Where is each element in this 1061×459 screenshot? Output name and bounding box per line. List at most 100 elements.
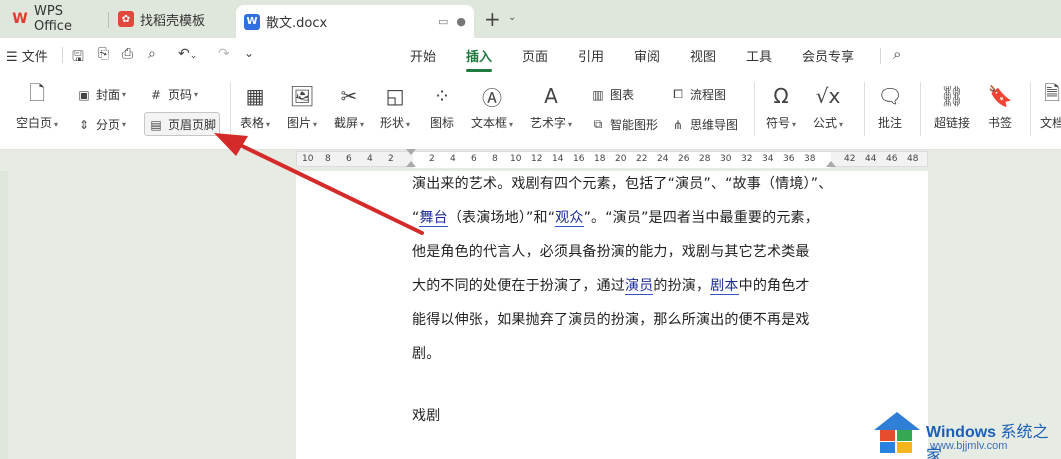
tab-template-label: 找稻壳模板 bbox=[140, 13, 206, 29]
first-line-indent-marker[interactable] bbox=[406, 149, 416, 155]
page-number-button[interactable]: # 页码 ▾ bbox=[148, 86, 198, 103]
table-button[interactable]: ▦ 表格 ▾ bbox=[240, 84, 270, 131]
vertical-ruler bbox=[0, 171, 8, 459]
ruler-number: 48 bbox=[907, 154, 919, 164]
textbox-label: 文本框 bbox=[471, 116, 508, 130]
document-page[interactable]: 演出来的艺术。戏剧有四个元素，包括了“演员”、“故事（情境）”、 “舞台（表演场… bbox=[296, 171, 928, 459]
print-icon[interactable]: ⎙ bbox=[122, 46, 133, 62]
linked-word[interactable]: 观众 bbox=[555, 210, 584, 227]
insert-ribbon: 🗋 空白页 ▾ ▣ 封面 ▾ ⇕ 分页 ▾ # 页码 ▾ ▤ 页眉页脚 ▦ 表格 ▾ 🖼 … bbox=[0, 72, 1061, 150]
chart-button[interactable]: ▥ 图表 bbox=[590, 86, 634, 103]
scissors-icon: ✂ bbox=[340, 84, 358, 108]
hyperlink-label: 超链接 bbox=[934, 116, 971, 130]
tab-member[interactable]: 会员专享 bbox=[802, 46, 854, 65]
file-menu[interactable]: ☰ 文件 bbox=[6, 46, 48, 65]
new-tab-chevron-down-icon[interactable]: ⌄ bbox=[508, 12, 516, 23]
ribbon-divider bbox=[230, 82, 231, 136]
formula-label: 公式 bbox=[813, 116, 838, 130]
ruler-number: 34 bbox=[762, 154, 774, 164]
mindmap-button[interactable]: ⋔ 思维导图 bbox=[670, 116, 738, 133]
tab-start[interactable]: 开始 bbox=[410, 46, 436, 65]
tab-template[interactable]: ✿ 找稻壳模板 bbox=[110, 4, 234, 34]
tab-references[interactable]: 引用 bbox=[578, 46, 604, 65]
picture-button[interactable]: 🖼 图片 ▾ bbox=[287, 84, 317, 131]
flowchart-button[interactable]: ⧠ 流程图 bbox=[670, 86, 726, 103]
picture-icon: 🖼 bbox=[289, 84, 315, 108]
tab-document-label: 散文.docx bbox=[266, 16, 328, 31]
ruler-number: 24 bbox=[657, 154, 669, 164]
linked-word[interactable]: 舞台 bbox=[419, 210, 448, 227]
watermark-brand: Windows 系统之家 bbox=[926, 424, 1049, 459]
tab-view[interactable]: 视图 bbox=[690, 46, 716, 65]
undo-icon[interactable]: ↶⌄ bbox=[178, 46, 197, 62]
paragraph-line: 能得以伸张，如果抛弃了演员的扮演，那么所演出的便不再是戏 bbox=[412, 312, 810, 328]
tab-tools[interactable]: 工具 bbox=[746, 46, 772, 65]
ruler-number: 20 bbox=[615, 154, 627, 164]
linked-word[interactable]: 演员 bbox=[625, 278, 654, 295]
ruler-number: 8 bbox=[325, 154, 331, 164]
bookmark-label: 书签 bbox=[988, 116, 1013, 130]
tab-page[interactable]: 页面 bbox=[522, 46, 548, 65]
page-break-button[interactable]: ⇕ 分页 ▾ bbox=[76, 116, 126, 133]
ribbon-divider bbox=[754, 82, 755, 136]
windows-house-logo-icon bbox=[874, 412, 920, 453]
page-number-label: 页码 bbox=[168, 88, 193, 102]
cover-button[interactable]: ▣ 封面 ▾ bbox=[76, 86, 126, 103]
search-icon[interactable]: ⌕ bbox=[893, 45, 901, 63]
ruler-number: 30 bbox=[720, 154, 732, 164]
redo-icon[interactable]: ↷ bbox=[218, 46, 230, 62]
ruler-number: 2 bbox=[388, 154, 394, 164]
shape-button[interactable]: ◱ 形状 ▾ bbox=[380, 84, 410, 131]
print-preview-icon[interactable]: ⌕ bbox=[148, 46, 156, 62]
tab-review[interactable]: 审阅 bbox=[634, 46, 660, 65]
customize-chevron-down-icon[interactable]: ⌄ bbox=[244, 46, 254, 60]
ruler-number: 22 bbox=[636, 154, 648, 164]
smart-graphic-icon: ⧉ bbox=[593, 117, 603, 131]
chart-label: 图表 bbox=[610, 88, 635, 102]
monitor-icon[interactable]: ▭ bbox=[438, 15, 448, 28]
bookmark-button[interactable]: 🔖 书签 bbox=[988, 84, 1013, 131]
textbox-button[interactable]: Ⓐ 文本框 ▾ bbox=[471, 84, 513, 131]
icon-label: 图标 bbox=[430, 116, 455, 130]
formula-button[interactable]: √x 公式 ▾ bbox=[813, 84, 843, 131]
docer-logo-icon: ✿ bbox=[118, 11, 134, 27]
document-parts-button[interactable]: 🗎 文档 bbox=[1040, 81, 1061, 131]
new-tab-plus-icon[interactable]: + bbox=[484, 8, 501, 30]
export-icon[interactable]: ⎘ bbox=[98, 46, 109, 62]
save-icon[interactable]: 🖫 bbox=[72, 46, 84, 70]
mindmap-icon: ⋔ bbox=[672, 117, 684, 132]
picture-label: 图片 bbox=[287, 116, 312, 130]
hyperlink-button[interactable]: ⛓ 超链接 bbox=[934, 84, 970, 131]
symbol-label: 符号 bbox=[766, 116, 791, 130]
page-break-label: 分页 bbox=[96, 118, 121, 132]
tab-insert[interactable]: 插入 bbox=[466, 46, 492, 65]
header-footer-button[interactable]: ▤ 页眉页脚 bbox=[148, 116, 216, 133]
document-parts-label: 文档 bbox=[1040, 116, 1061, 130]
icons-grid-icon: ⁘ bbox=[433, 84, 451, 108]
screenshot-button[interactable]: ✂ 截屏 ▾ bbox=[334, 84, 364, 131]
linked-word[interactable]: 剧本 bbox=[710, 278, 739, 295]
ruler-number: 42 bbox=[844, 154, 856, 164]
chart-icon: ▥ bbox=[592, 87, 604, 102]
tab-wps-office[interactable]: W WPS Office bbox=[4, 4, 108, 34]
ruler-number: 44 bbox=[865, 154, 877, 164]
ruler-number: 8 bbox=[492, 154, 498, 164]
symbol-button[interactable]: Ω 符号 ▾ bbox=[766, 84, 796, 131]
link-icon: ⛓ bbox=[939, 84, 965, 108]
menu-divider-right bbox=[880, 48, 881, 64]
smart-graphic-button[interactable]: ⧉ 智能图形 bbox=[590, 116, 658, 133]
comment-button[interactable]: 🗨 批注 bbox=[877, 84, 902, 131]
ruler-number: 10 bbox=[510, 154, 522, 164]
blank-page-button[interactable]: 🗋 空白页 ▾ bbox=[16, 81, 58, 131]
tab-document[interactable]: W 散文.docx ▭ ● bbox=[236, 5, 474, 38]
wordart-button[interactable]: A 艺术字 ▾ bbox=[530, 84, 572, 131]
ruler-number: 26 bbox=[678, 154, 690, 164]
ruler-number: 38 bbox=[804, 154, 816, 164]
cover-icon: ▣ bbox=[78, 87, 90, 102]
icon-button[interactable]: ⁘ 图标 bbox=[430, 84, 454, 131]
wordart-label: 艺术字 bbox=[530, 116, 567, 130]
unsaved-dot-icon[interactable]: ● bbox=[456, 15, 466, 28]
ruler-number: 14 bbox=[552, 154, 564, 164]
tab-wps-label: WPS Office bbox=[34, 4, 72, 34]
tab-divider bbox=[108, 12, 109, 28]
